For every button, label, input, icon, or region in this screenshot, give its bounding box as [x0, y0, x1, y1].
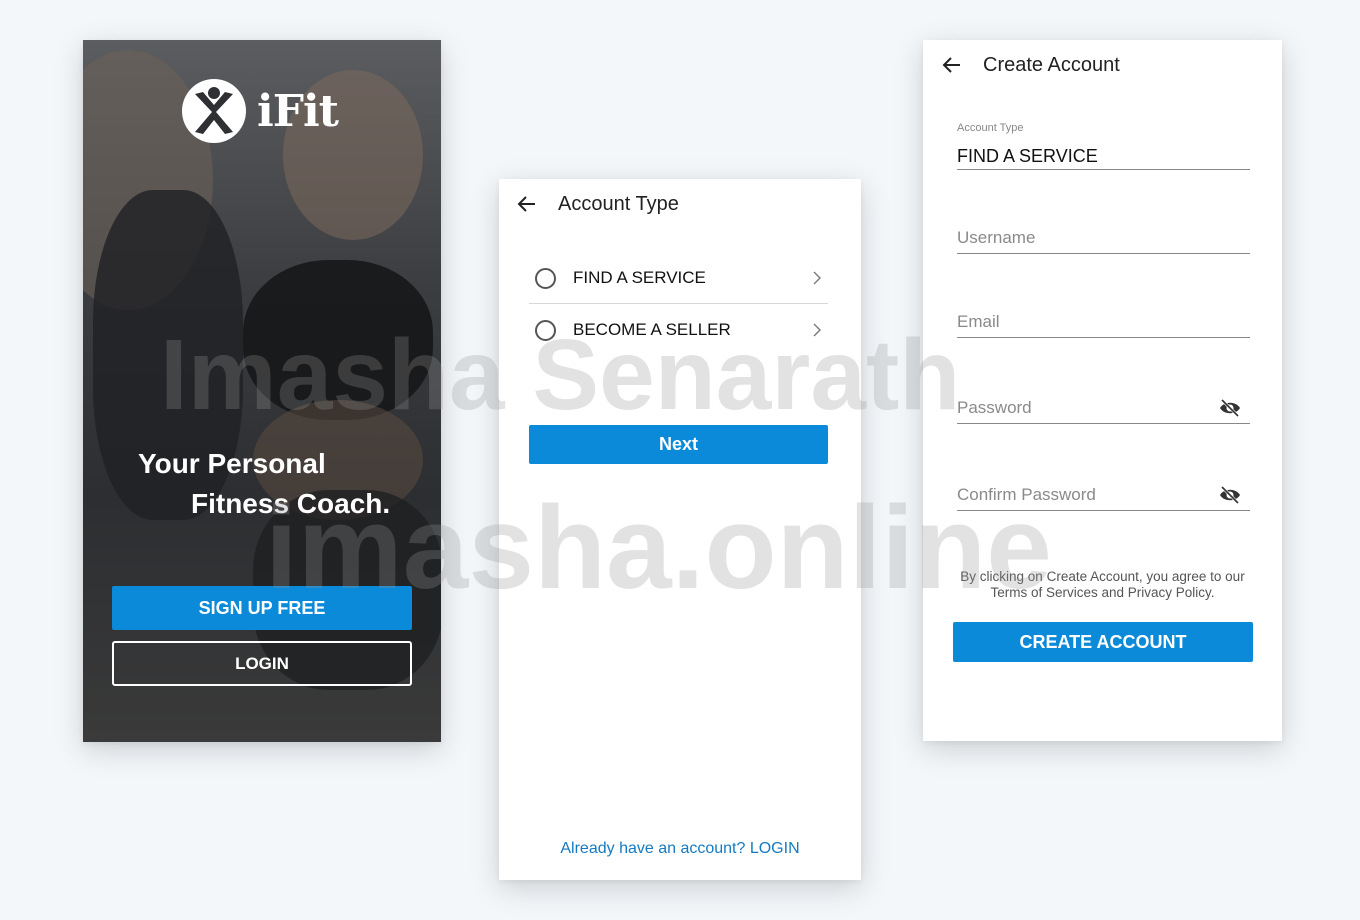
- password-placeholder: Password: [957, 398, 1032, 417]
- option-label: FIND A SERVICE: [573, 268, 706, 287]
- back-arrow-icon[interactable]: [942, 55, 962, 75]
- username-field[interactable]: Username: [957, 222, 1250, 254]
- eye-off-icon[interactable]: [1218, 398, 1242, 418]
- terms-text: By clicking on Create Account, you agree…: [943, 569, 1262, 601]
- sign-up-free-button[interactable]: SIGN UP FREE: [112, 586, 412, 630]
- password-field[interactable]: Password: [957, 390, 1250, 424]
- username-placeholder: Username: [957, 228, 1036, 247]
- option-label: BECOME A SELLER: [573, 320, 731, 339]
- account-type-screen: Account Type FIND A SERVICE BECOME A SEL…: [499, 179, 861, 880]
- ifit-logo: iFit: [181, 78, 339, 144]
- terms-line2[interactable]: Terms of Services and Privacy Policy.: [943, 585, 1262, 601]
- tagline-line1: Your Personal: [138, 448, 326, 479]
- page-title: Account Type: [558, 193, 679, 215]
- email-placeholder: Email: [957, 312, 1000, 331]
- login-link[interactable]: Already have an account? LOGIN: [499, 840, 861, 858]
- radio-button[interactable]: [535, 267, 556, 289]
- login-button[interactable]: LOGIN: [112, 641, 412, 686]
- chevron-right-icon: [813, 323, 821, 337]
- terms-line1: By clicking on Create Account, you agree…: [960, 569, 1245, 584]
- page-title: Create Account: [983, 54, 1120, 76]
- next-button[interactable]: Next: [529, 425, 828, 464]
- email-field[interactable]: Email: [957, 306, 1250, 338]
- create-account-button[interactable]: CREATE ACCOUNT: [953, 622, 1253, 662]
- confirm-password-placeholder: Confirm Password: [957, 485, 1096, 504]
- confirm-password-field[interactable]: Confirm Password: [957, 476, 1250, 511]
- logo-text: iFit: [257, 85, 339, 137]
- chevron-right-icon: [813, 271, 821, 285]
- radio-button[interactable]: [535, 319, 556, 341]
- eye-off-icon[interactable]: [1218, 485, 1242, 505]
- option-become-a-seller[interactable]: BECOME A SELLER: [529, 304, 828, 356]
- splash-screen: iFit Your Personal Fitness Coach. SIGN U…: [83, 40, 441, 742]
- account-type-field[interactable]: Account Type FIND A SERVICE: [957, 120, 1250, 170]
- account-type-value: FIND A SERVICE: [957, 146, 1098, 166]
- account-type-label: Account Type: [957, 122, 1024, 134]
- back-arrow-icon[interactable]: [517, 194, 537, 214]
- ifit-logo-icon: [182, 79, 246, 143]
- create-account-screen: Create Account Account Type FIND A SERVI…: [923, 40, 1282, 741]
- option-find-a-service[interactable]: FIND A SERVICE: [529, 252, 828, 304]
- tagline-line2: Fitness Coach.: [191, 488, 391, 519]
